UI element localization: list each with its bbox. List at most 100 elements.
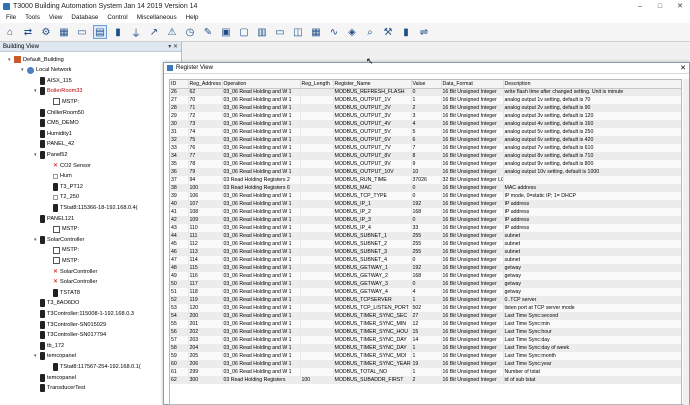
tree-node[interactable]: ChillerRoom50 [34, 108, 84, 117]
table-cell[interactable]: 114 [188, 256, 223, 264]
table-cell[interactable]: MODBUS_TIMER_SYNC_YEAR [333, 360, 412, 368]
table-cell[interactable] [300, 320, 334, 328]
table-row[interactable]: 36 79 03_06 Read Holding and W 1 MODBUS_OUT… [170, 168, 681, 176]
table-cell[interactable]: MODBUS_IP_3 [333, 216, 412, 224]
table-cell[interactable]: 16 Bit Unsigned Integer [441, 288, 504, 296]
table-cell[interactable]: 0..TCP server [503, 296, 681, 304]
table-cell[interactable]: write flash time after changed setting. … [503, 88, 681, 96]
table-cell[interactable]: 44 [170, 232, 189, 240]
table-cell[interactable]: subnet [503, 248, 681, 256]
column-header[interactable]: Reg_Address [188, 80, 223, 89]
table-row[interactable]: 52 119 03_06 Read Holding and W 1 MODBUS_TC… [170, 296, 681, 304]
table-cell[interactable]: 16 Bit Unsigned Integer [441, 104, 504, 112]
column-header[interactable]: Register_Name [333, 80, 412, 89]
table-cell[interactable]: 41 [170, 208, 189, 216]
table-cell[interactable]: 16 Bit Unsigned Integer [441, 152, 504, 160]
table-row[interactable]: 46 113 03_06 Read Holding and W 1 MODBUS_SU… [170, 248, 681, 256]
tree-node[interactable]: T3Controller-SN015029 [34, 320, 106, 329]
table-cell[interactable]: 115 [188, 264, 223, 272]
table-cell[interactable]: 16 Bit Unsigned Integer [441, 128, 504, 136]
table-cell[interactable]: MODBUS_TIMER_SYNC_MOI [333, 352, 412, 360]
tree-node[interactable]: Hum [47, 172, 72, 181]
table-cell[interactable] [300, 280, 334, 288]
table-cell[interactable] [300, 160, 334, 168]
table-cell[interactable]: 58 [170, 344, 189, 352]
table-row[interactable]: 35 78 03_06 Read Holding and W 1 MODBUS_OUT… [170, 160, 681, 168]
table-cell[interactable]: 39 [170, 192, 189, 200]
table-cell[interactable]: 36 [170, 168, 189, 176]
tree-node[interactable]: temcopanel [34, 373, 76, 382]
table-cell[interactable]: MODBUS_OUTPUT_1V [333, 96, 412, 104]
table-cell[interactable]: 03_06 Read Holding and W 1 [222, 216, 301, 224]
table-cell[interactable]: 0 [411, 256, 442, 264]
table-cell[interactable]: 03_06 Read Holding and W 1 [222, 224, 301, 232]
table-cell[interactable]: 0 [411, 192, 442, 200]
table-cell[interactable]: MODBUS_OUTPUT_9V [333, 160, 412, 168]
table-cell[interactable]: 79 [188, 168, 223, 176]
table-cell[interactable]: 03_06 Read Holding and W 1 [222, 128, 301, 136]
table-cell[interactable]: Number of tstat [503, 368, 681, 376]
table-cell[interactable]: 35 [170, 160, 189, 168]
table-cell[interactable]: MODBUS_TCP_LISTEN_PORT [333, 304, 412, 312]
table-cell[interactable]: MODBUS_OUTPUT_10V [333, 168, 412, 176]
table-cell[interactable]: 60 [170, 360, 189, 368]
table-cell[interactable]: 03_06 Read Holding and W 1 [222, 352, 301, 360]
table-row[interactable]: 39 106 03_06 Read Holding and W 1 MODBUS_TC… [170, 192, 681, 200]
table-cell[interactable]: 27 [170, 96, 189, 104]
table-cell[interactable] [300, 176, 334, 184]
table-cell[interactable] [300, 192, 334, 200]
table-cell[interactable]: 16 Bit Unsigned Integer [441, 368, 504, 376]
tree-node[interactable]: TSTAT8 [47, 288, 80, 297]
table-cell[interactable] [300, 328, 334, 336]
table-row[interactable]: 61 299 03_06 Read Holding and W 1 MODBUS_TO… [170, 368, 681, 376]
table-row[interactable]: 41 108 03_06 Read Holding and W 1 MODBUS_IP… [170, 208, 681, 216]
schedule-icon[interactable]: ◫ [291, 25, 305, 39]
trend-icon[interactable]: ∿ [327, 25, 341, 39]
table-cell[interactable]: 9 [411, 160, 442, 168]
table-cell[interactable]: 03_06 Read Holding and W 1 [222, 312, 301, 320]
table-cell[interactable]: 37 [170, 176, 189, 184]
table-row[interactable]: 50 117 03_06 Read Holding and W 1 MODBUS_GE… [170, 280, 681, 288]
table-cell[interactable]: 16 Bit Unsigned Integer [441, 344, 504, 352]
table-cell[interactable]: 03_06 Read Holding and W 1 [222, 328, 301, 336]
table-cell[interactable] [300, 88, 334, 96]
table-cell[interactable]: analog output 4v setting, default is 160 [503, 120, 681, 128]
tree-node[interactable]: ▾ Default_Building [8, 55, 64, 64]
program-icon[interactable]: ✎ [201, 25, 215, 39]
table-cell[interactable]: analog output 9v setting, default is 800 [503, 160, 681, 168]
table-cell[interactable]: 76 [188, 144, 223, 152]
table-cell[interactable] [300, 200, 334, 208]
table-cell[interactable]: 16 Bit Unsigned Integer [441, 336, 504, 344]
column-header[interactable]: Reg_Length [300, 80, 334, 89]
column-header[interactable]: Data_Format [441, 80, 504, 89]
table-cell[interactable]: listen port at TCP server mode [503, 304, 681, 312]
table-cell[interactable]: 03_06 Read Holding and W 1 [222, 96, 301, 104]
table-cell[interactable] [300, 312, 334, 320]
table-cell[interactable]: 100 [188, 184, 223, 192]
tree-node[interactable]: ✕ SolarController [47, 267, 97, 276]
table-cell[interactable]: 50 [170, 280, 189, 288]
table-cell[interactable]: 75 [188, 136, 223, 144]
minimize-button[interactable]: – [630, 0, 650, 12]
table-cell[interactable]: 48 [170, 264, 189, 272]
table-row[interactable]: 28 71 03_06 Read Holding and W 1 MODBUS_OUT… [170, 104, 681, 112]
table-row[interactable]: 43 110 03_06 Read Holding and W 1 MODBUS_IP… [170, 224, 681, 232]
table-cell[interactable]: 16 Bit Unsigned Integer [441, 376, 504, 384]
table-cell[interactable]: MODBUS_TIMER_SYNC_SEC [333, 312, 412, 320]
tree-node[interactable]: T3_8AO6DO [34, 299, 79, 308]
table-cell[interactable]: 03 Read Holding Registers [222, 376, 301, 384]
table-cell[interactable]: subnet [503, 232, 681, 240]
table-cell[interactable]: 03 Read Holding Registers 6 [222, 184, 301, 192]
table-cell[interactable]: 118 [188, 288, 223, 296]
table-cell[interactable]: 03_06 Read Holding and W 1 [222, 288, 301, 296]
table-row[interactable]: 62 300 03 Read Holding Registers 100 MODBUS_… [170, 376, 681, 384]
table-cell[interactable]: 12 [411, 320, 442, 328]
table-cell[interactable]: 34 [170, 152, 189, 160]
table-cell[interactable]: analog output 7v setting, default is 610 [503, 144, 681, 152]
table-cell[interactable]: 46 [170, 248, 189, 256]
tree-node[interactable]: TStat8:115366-18-192.168.0.4( [47, 203, 138, 212]
table-cell[interactable]: analog output 8v setting, default is 710 [503, 152, 681, 160]
table-cell[interactable]: 31 [170, 128, 189, 136]
table-cell[interactable]: MODBUS_MAC [333, 184, 412, 192]
table-cell[interactable]: MODBUS_GETWAY_4 [333, 288, 412, 296]
